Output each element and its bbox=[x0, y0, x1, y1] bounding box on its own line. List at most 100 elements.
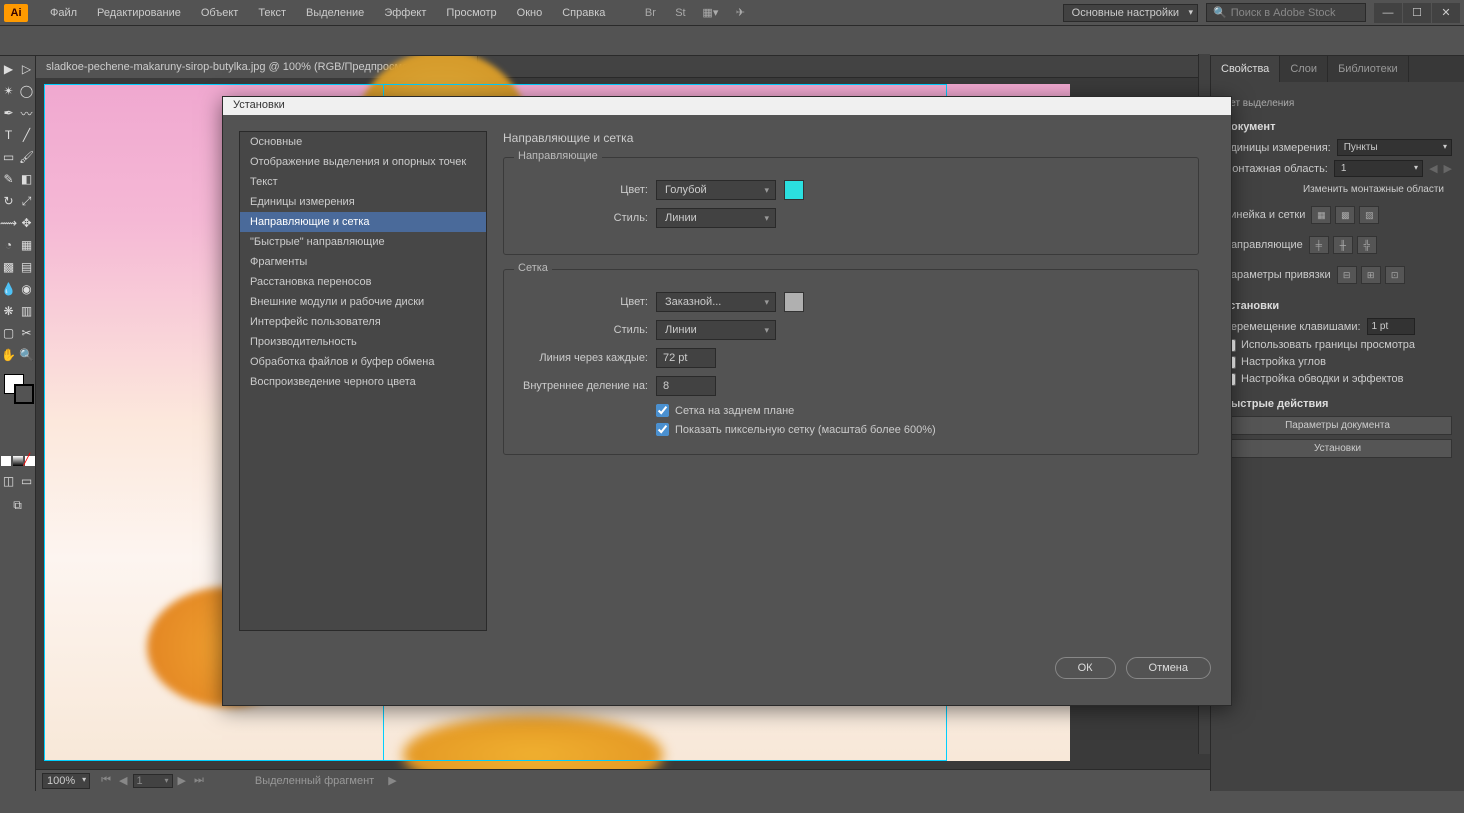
nav-first-icon[interactable]: ⏮ bbox=[98, 774, 114, 788]
tool-gradient[interactable]: ▤ bbox=[18, 256, 36, 278]
nav-units[interactable]: Единицы измерения bbox=[240, 192, 486, 212]
nav-black[interactable]: Воспроизведение черного цвета bbox=[240, 372, 486, 392]
artboard-dropdown[interactable]: 1 bbox=[1334, 160, 1423, 177]
nav-selection-anchor[interactable]: Отображение выделения и опорных точек bbox=[240, 152, 486, 172]
menu-object[interactable]: Объект bbox=[191, 0, 248, 26]
menu-view[interactable]: Просмотр bbox=[436, 0, 506, 26]
gpu-icon[interactable]: ✈ bbox=[728, 3, 752, 23]
artboard-prev-icon[interactable]: ◀ bbox=[1429, 162, 1437, 175]
grid-style-dropdown[interactable]: Линии bbox=[656, 320, 776, 340]
prefs-button[interactable]: Установки bbox=[1223, 439, 1452, 458]
menu-help[interactable]: Справка bbox=[552, 0, 615, 26]
pixel-grid-check[interactable] bbox=[656, 423, 669, 436]
nav-file-clipboard[interactable]: Обработка файлов и буфер обмена bbox=[240, 352, 486, 372]
tool-rotate[interactable]: ↻ bbox=[0, 190, 18, 212]
grid-back-check[interactable] bbox=[656, 404, 669, 417]
tool-eyedropper[interactable]: 💧 bbox=[0, 278, 18, 300]
artboard-nav[interactable]: ⏮ ◀ 1 ▶ ⏭ bbox=[98, 774, 207, 788]
guides-style-dropdown[interactable]: Линии bbox=[656, 208, 776, 228]
guides-smart-icon[interactable]: ╬ bbox=[1357, 236, 1377, 254]
tool-zoom[interactable]: 🔍 bbox=[18, 344, 36, 366]
tool-pen[interactable]: ✒ bbox=[0, 102, 18, 124]
transparency-icon[interactable]: ▨ bbox=[1359, 206, 1379, 224]
zoom-dropdown[interactable]: 100% bbox=[42, 773, 90, 789]
nav-last-icon[interactable]: ⏭ bbox=[191, 774, 207, 788]
guides-color-swatch[interactable] bbox=[784, 180, 804, 200]
tab-libraries[interactable]: Библиотеки bbox=[1328, 56, 1409, 82]
tool-selection[interactable]: ▶ bbox=[0, 58, 18, 80]
artboard-next-icon[interactable]: ▶ bbox=[1444, 162, 1452, 175]
nav-smart-guides[interactable]: "Быстрые" направляющие bbox=[240, 232, 486, 252]
window-maximize[interactable]: ☐ bbox=[1403, 3, 1431, 23]
tool-type[interactable]: T bbox=[0, 124, 18, 146]
grid-every-input[interactable] bbox=[656, 348, 716, 368]
stock-icon[interactable]: St bbox=[668, 3, 692, 23]
gradient-mode[interactable] bbox=[13, 456, 23, 466]
snap-grid-icon[interactable]: ⊞ bbox=[1361, 266, 1381, 284]
grid-icon[interactable]: ▩ bbox=[1335, 206, 1355, 224]
tool-wand[interactable]: ✴ bbox=[0, 80, 18, 102]
tool-eraser[interactable]: ◧ bbox=[18, 168, 36, 190]
tool-direct-select[interactable]: ▷ bbox=[18, 58, 36, 80]
tool-free-transform[interactable]: ✥ bbox=[18, 212, 36, 234]
nav-hyphenation[interactable]: Расстановка переносов bbox=[240, 272, 486, 292]
color-mode[interactable] bbox=[1, 456, 11, 466]
guides-color-dropdown[interactable]: Голубой bbox=[656, 180, 776, 200]
workspace-dropdown[interactable]: Основные настройки bbox=[1063, 4, 1198, 22]
arrange-icon[interactable]: ▦▾ bbox=[698, 3, 722, 23]
bridge-icon[interactable]: Br bbox=[638, 3, 662, 23]
nav-slices[interactable]: Фрагменты bbox=[240, 252, 486, 272]
menu-select[interactable]: Выделение bbox=[296, 0, 374, 26]
grid-color-dropdown[interactable]: Заказной... bbox=[656, 292, 776, 312]
tool-slice[interactable]: ✂ bbox=[18, 322, 36, 344]
artboard-num[interactable]: 1 bbox=[133, 774, 173, 788]
ruler-icon[interactable]: ▦ bbox=[1311, 206, 1331, 224]
tool-symbol[interactable]: ❋ bbox=[0, 300, 18, 322]
grid-subdiv-input[interactable] bbox=[656, 376, 716, 396]
tool-lasso[interactable]: ◯ bbox=[18, 80, 36, 102]
tool-screenmode[interactable]: ▭ bbox=[18, 470, 36, 492]
tool-perspective[interactable]: ▦ bbox=[18, 234, 36, 256]
tool-blend[interactable]: ◉ bbox=[18, 278, 36, 300]
cancel-button[interactable]: Отмена bbox=[1126, 657, 1211, 679]
tool-shape-builder[interactable]: ◔ bbox=[0, 234, 18, 256]
search-input[interactable]: 🔍 Поиск в Adobe Stock bbox=[1206, 3, 1366, 22]
tool-width[interactable]: ⟿ bbox=[0, 212, 18, 234]
nav-general[interactable]: Основные bbox=[240, 132, 486, 152]
menu-edit[interactable]: Редактирование bbox=[87, 0, 191, 26]
guides-lock-icon[interactable]: ╫ bbox=[1333, 236, 1353, 254]
tool-brush[interactable]: 🖌 bbox=[18, 146, 36, 168]
snap-pixel-icon[interactable]: ⊡ bbox=[1385, 266, 1405, 284]
tool-rect[interactable]: ▭ bbox=[0, 146, 18, 168]
window-minimize[interactable]: — bbox=[1374, 3, 1402, 23]
menu-window[interactable]: Окно bbox=[507, 0, 553, 26]
tool-mesh[interactable]: ▩ bbox=[0, 256, 18, 278]
doc-setup-button[interactable]: Параметры документа bbox=[1223, 416, 1452, 435]
tool-screen-toggle[interactable]: ⧉ bbox=[9, 494, 27, 516]
status-arrow-icon[interactable]: ▶ bbox=[388, 774, 396, 787]
menu-text[interactable]: Текст bbox=[248, 0, 296, 26]
none-mode[interactable]: ╱ bbox=[25, 456, 35, 466]
menu-effect[interactable]: Эффект bbox=[374, 0, 436, 26]
tab-layers[interactable]: Слои bbox=[1280, 56, 1328, 82]
edit-artboards-button[interactable]: Изменить монтажные области bbox=[1223, 181, 1452, 198]
grid-color-swatch[interactable] bbox=[784, 292, 804, 312]
nav-prev-icon[interactable]: ◀ bbox=[116, 774, 130, 788]
fill-stroke-swatch[interactable] bbox=[0, 372, 36, 412]
tool-drawmode[interactable]: ◫ bbox=[0, 470, 18, 492]
key-increment-input[interactable] bbox=[1367, 318, 1415, 335]
tool-scale[interactable]: ⤢ bbox=[18, 190, 36, 212]
tool-shaper[interactable]: ✎ bbox=[0, 168, 18, 190]
nav-plugins[interactable]: Внешние модули и рабочие диски bbox=[240, 292, 486, 312]
window-close[interactable]: ✕ bbox=[1432, 3, 1460, 23]
units-dropdown[interactable]: Пункты bbox=[1337, 139, 1452, 156]
tool-line[interactable]: ╱ bbox=[18, 124, 36, 146]
tool-hand[interactable]: ✋ bbox=[0, 344, 18, 366]
nav-next-icon[interactable]: ▶ bbox=[175, 774, 189, 788]
tool-curvature[interactable]: 〰 bbox=[18, 102, 36, 124]
snap-point-icon[interactable]: ⊟ bbox=[1337, 266, 1357, 284]
nav-type[interactable]: Текст bbox=[240, 172, 486, 192]
tab-properties[interactable]: Свойства bbox=[1211, 56, 1280, 82]
nav-performance[interactable]: Производительность bbox=[240, 332, 486, 352]
tool-artboard[interactable]: ▢ bbox=[0, 322, 18, 344]
